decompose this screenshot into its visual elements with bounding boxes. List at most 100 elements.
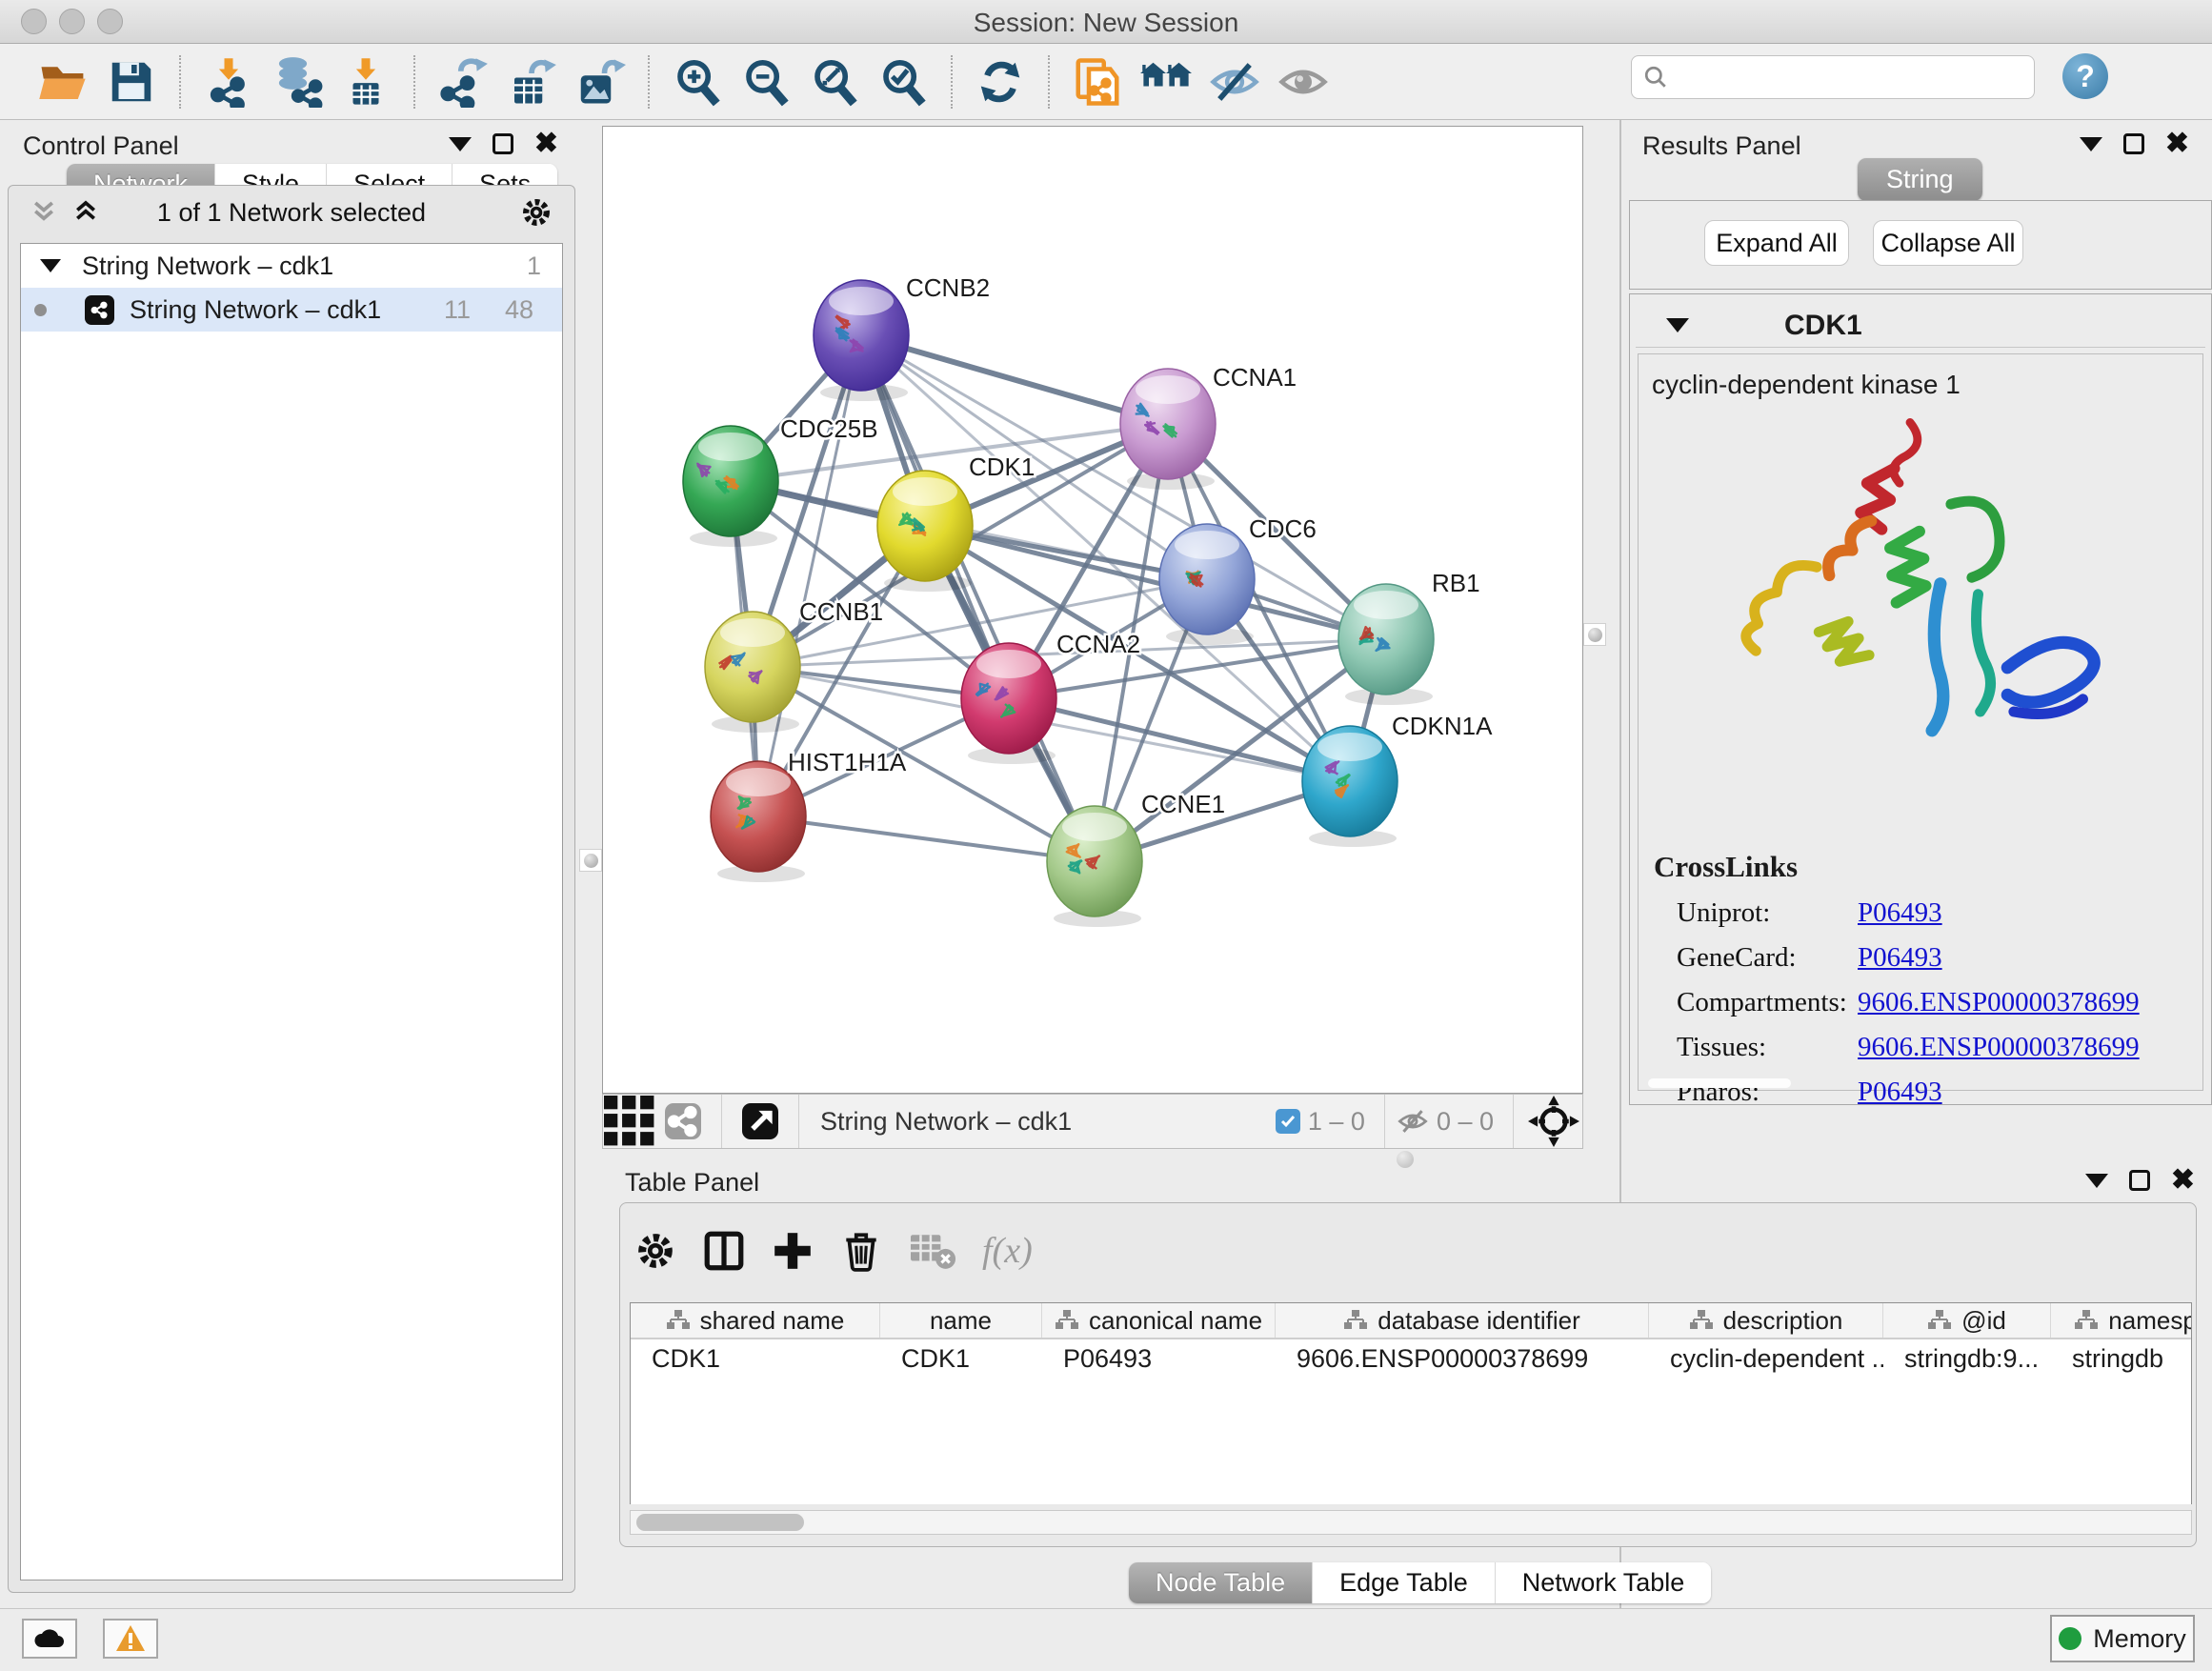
search-field[interactable] (1631, 55, 2035, 99)
table-cell[interactable]: cyclin-dependent ... (1649, 1339, 1883, 1378)
network-node-ccna1[interactable]: CCNA1 (1120, 363, 1297, 490)
control-panel-close-icon[interactable]: ✖ (534, 133, 558, 154)
import-table-button[interactable] (332, 51, 400, 112)
network-edge[interactable] (861, 335, 1095, 861)
table-cell[interactable]: CDK1 (631, 1339, 880, 1378)
zoom-out-button[interactable] (732, 51, 800, 112)
crosslink-link[interactable]: P06493 (1858, 942, 1942, 974)
column-header-canonical-name[interactable]: canonical name (1042, 1303, 1276, 1338)
tab-node-table[interactable]: Node Table (1129, 1562, 1313, 1603)
table-cell[interactable]: stringdb:9... (1883, 1339, 2051, 1378)
results-panel-close-icon[interactable]: ✖ (2165, 133, 2189, 154)
export-image-button[interactable] (566, 51, 634, 112)
hide-selected-button[interactable] (1200, 51, 1269, 112)
control-panel-menu-icon[interactable] (449, 137, 472, 151)
network-collection-row[interactable]: String Network – cdk1 1 (21, 244, 562, 288)
column-header-namespace[interactable]: namespace (2051, 1303, 2192, 1338)
gene-description: cyclin-dependent kinase 1 (1652, 370, 2202, 400)
network-node-ccnb1[interactable]: CCNB1 (705, 597, 883, 733)
birds-eye-view-button[interactable] (734, 1097, 787, 1146)
zoom-in-button[interactable] (663, 51, 732, 112)
fit-selected-button[interactable] (1525, 1097, 1582, 1146)
memory-status-dot (2059, 1627, 2081, 1650)
crosslink-link[interactable]: P06493 (1858, 897, 1942, 929)
network-node-hist1h1a[interactable]: HIST1H1A (711, 748, 907, 882)
search-input[interactable] (1676, 64, 2019, 91)
export-network-button[interactable] (429, 51, 497, 112)
collapse-all-button[interactable]: Collapse All (1873, 220, 2023, 266)
apply-layout-button[interactable] (966, 51, 1035, 112)
zoom-fit-button[interactable] (800, 51, 869, 112)
table-horizontal-scrollbar[interactable] (630, 1510, 2192, 1535)
network-node-rb1[interactable]: RB1 (1338, 569, 1480, 705)
network-view-mode-button[interactable] (656, 1097, 710, 1146)
show-all-button[interactable] (1269, 51, 1337, 112)
network-row[interactable]: String Network – cdk1 11 48 (21, 288, 562, 332)
crosslink-label: Compartments: (1677, 987, 1858, 1018)
control-panel-float-icon[interactable] (493, 133, 513, 154)
string-protein-query-button[interactable] (1132, 51, 1200, 112)
expand-all-button[interactable]: Expand All (1704, 220, 1849, 266)
column-header-description[interactable]: description (1649, 1303, 1883, 1338)
collection-disclosure-icon[interactable] (40, 259, 61, 272)
show-columns-icon[interactable] (702, 1229, 746, 1273)
table-cell[interactable]: 9606.ENSP00000378699 (1276, 1339, 1649, 1378)
table-panel-float-icon[interactable] (2129, 1170, 2150, 1191)
network-node-cdkn1a[interactable]: CDKN1A (1302, 712, 1493, 847)
memory-button[interactable]: Memory (2050, 1615, 2195, 1662)
table-options-gear-icon[interactable] (633, 1229, 677, 1273)
table-panel-close-icon[interactable]: ✖ (2171, 1170, 2195, 1191)
export-table-button[interactable] (497, 51, 566, 112)
network-canvas[interactable]: CCNB2CCNA1CDC25BCDK1CDC6RB1CCNB1CCNA2CDK… (602, 126, 1583, 1094)
left-splitter-handle[interactable] (579, 849, 602, 872)
table-cell[interactable]: P06493 (1042, 1339, 1276, 1378)
network-node-ccnb2[interactable]: CCNB2 (814, 273, 990, 401)
cloud-status-button[interactable] (22, 1619, 77, 1659)
add-column-plus-icon[interactable] (771, 1229, 814, 1273)
crosslink-link[interactable]: 9606.ENSP00000378699 (1858, 987, 2140, 1018)
zoom-selected-icon (877, 56, 929, 108)
network-graph[interactable]: CCNB2CCNA1CDC25BCDK1CDC6RB1CCNB1CCNA2CDK… (603, 127, 1582, 1093)
crosslink-link[interactable]: 9606.ENSP00000378699 (1858, 1032, 2140, 1063)
network-edge[interactable] (758, 335, 861, 816)
table-row[interactable]: CDK1CDK1P064939606.ENSP00000378699cyclin… (631, 1339, 2191, 1378)
right-splitter-handle[interactable] (1583, 623, 1606, 646)
toolbar-separator (1048, 55, 1050, 109)
network-options-gear-icon[interactable] (519, 195, 553, 230)
help-button[interactable]: ? (2062, 53, 2108, 99)
network-node-cdc25b[interactable]: CDC25B (683, 414, 878, 547)
selected-nodes-checkbox[interactable] (1276, 1109, 1300, 1134)
column-header-@id[interactable]: @id (1883, 1303, 2051, 1338)
network-edge[interactable] (758, 816, 1095, 861)
delete-table-icon[interactable] (908, 1229, 957, 1273)
toolbar-separator (1513, 1095, 1514, 1148)
table-cell[interactable]: stringdb (2051, 1339, 2192, 1378)
tab-network-table[interactable]: Network Table (1496, 1562, 1712, 1603)
results-panel-menu-icon[interactable] (2080, 137, 2102, 151)
open-folder-icon (37, 56, 89, 108)
results-scrollbar[interactable] (1648, 1078, 1791, 1088)
table-panel-menu-icon[interactable] (2085, 1174, 2108, 1188)
import-network-from-database-button[interactable] (263, 51, 332, 112)
column-header-name[interactable]: name (880, 1303, 1042, 1338)
table-scrollbar-thumb[interactable] (636, 1514, 804, 1531)
tab-edge-table[interactable]: Edge Table (1313, 1562, 1496, 1603)
tab-string[interactable]: String (1858, 158, 1982, 201)
zoom-selected-button[interactable] (869, 51, 937, 112)
import-network-button[interactable] (194, 51, 263, 112)
column-header-shared-name[interactable]: shared name (631, 1303, 880, 1338)
show-grid-button[interactable] (603, 1097, 656, 1146)
open-session-button[interactable] (29, 51, 97, 112)
gene-disclosure-icon[interactable] (1666, 318, 1689, 332)
results-panel-float-icon[interactable] (2123, 133, 2144, 154)
delete-column-trash-icon[interactable] (839, 1229, 883, 1273)
export-image-icon (574, 56, 626, 108)
crosslink-link[interactable]: P06493 (1858, 1077, 1942, 1108)
import-network-icon (203, 56, 254, 108)
function-builder-button[interactable]: f(x) (982, 1230, 1033, 1272)
clone-network-button[interactable] (1063, 51, 1132, 112)
warnings-button[interactable] (103, 1619, 158, 1659)
save-session-button[interactable] (97, 51, 166, 112)
column-header-database-identifier[interactable]: database identifier (1276, 1303, 1649, 1338)
table-cell[interactable]: CDK1 (880, 1339, 1042, 1378)
